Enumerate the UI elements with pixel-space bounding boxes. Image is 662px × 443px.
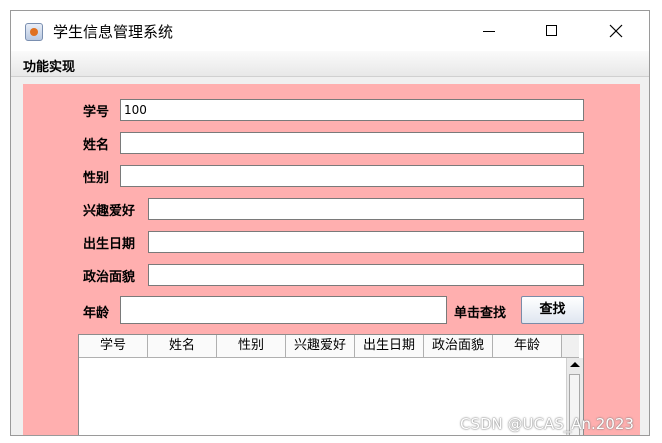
label-name: 姓名 [83,138,110,153]
close-button[interactable] [593,17,639,45]
maximize-icon [546,25,557,36]
search-button[interactable]: 查找 [521,296,584,324]
minimize-button[interactable] [465,17,511,45]
student-id-field[interactable]: 100 [120,99,584,121]
label-hobbies: 兴趣爱好 [83,204,136,219]
column-header[interactable]: 性别 [217,335,286,358]
column-header[interactable]: 学号 [79,335,148,358]
watermark: CSDN @UCAS_An.2023 [460,415,634,433]
column-header[interactable]: 出生日期 [355,335,424,358]
close-icon [609,24,623,38]
column-header[interactable]: 政治面貌 [424,335,493,358]
header-corner [562,335,579,358]
column-header[interactable]: 年龄 [493,335,562,358]
menu-bar: 功能实现 [11,51,649,77]
window-title: 学生信息管理系统 [53,23,174,41]
label-political-status: 政治面貌 [83,270,136,285]
java-app-icon [25,23,43,41]
hobbies-field[interactable] [148,198,584,220]
label-birthdate: 出生日期 [83,237,136,252]
name-field[interactable] [120,132,584,154]
title-bar[interactable]: 学生信息管理系统 [11,11,649,51]
minimize-icon [483,31,495,32]
gender-field[interactable] [120,165,584,187]
table-header: 学号 姓名 性别 兴趣爱好 出生日期 政治面貌 年龄 [79,335,579,358]
search-hint-label: 单击查找 [454,306,507,321]
label-student-id: 学号 [83,105,110,120]
maximize-button[interactable] [529,17,575,45]
form-panel: 学号 100 姓名 性别 兴趣爱好 出生日期 政治面貌 年龄 单击查找 查找 学… [23,84,640,435]
age-field[interactable] [120,296,447,324]
app-window: 学生信息管理系统 功能实现 学号 100 姓名 性别 兴趣爱好 出生日期 政治面… [10,10,650,436]
menu-function[interactable]: 功能实现 [23,56,75,75]
label-gender: 性别 [83,171,110,186]
scroll-up-icon[interactable] [570,362,580,367]
column-header[interactable]: 姓名 [148,335,217,358]
birthdate-field[interactable] [148,231,584,253]
column-header[interactable]: 兴趣爱好 [286,335,355,358]
label-age: 年龄 [83,306,110,321]
political-status-field[interactable] [148,264,584,286]
